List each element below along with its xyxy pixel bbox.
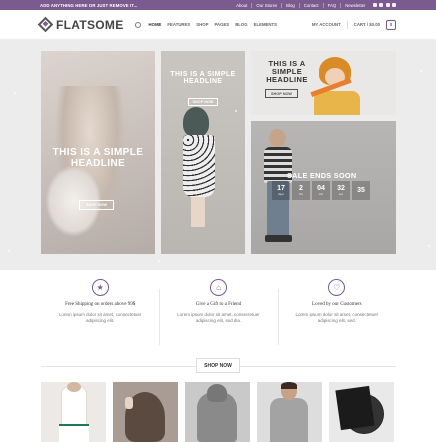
product-image-bag xyxy=(59,424,89,442)
banner-image-2-dress xyxy=(183,135,215,197)
product-image-hand xyxy=(125,397,133,409)
countdown-minutes: 04 min xyxy=(312,181,330,200)
product-card[interactable] xyxy=(257,382,322,442)
banner-image-2-hood xyxy=(183,107,209,137)
countdown-extra: 35 xyxy=(352,181,370,200)
sparkle xyxy=(158,260,160,262)
product-card[interactable] xyxy=(329,382,394,442)
banner-image-4-head xyxy=(269,129,286,147)
sale-headline: SALE ENDS SOON xyxy=(287,171,357,180)
top-bar-links: About Our Stores Blog Contact FAQ Newsle… xyxy=(232,2,396,8)
shop-now-divider: SHOP NOW xyxy=(0,357,436,375)
email-icon[interactable] xyxy=(392,3,396,7)
nav-shop[interactable]: SHOP xyxy=(196,22,208,27)
countdown-hours: 2 hrs xyxy=(292,181,310,200)
instagram-icon[interactable] xyxy=(379,3,383,7)
sparkle xyxy=(428,245,430,247)
gift-icon: ⌂ xyxy=(209,279,227,296)
top-link-contact[interactable]: Contact xyxy=(300,2,324,8)
product-image xyxy=(270,398,308,442)
top-link-stores[interactable]: Our Stores xyxy=(252,2,283,8)
feature-title: Loved by our Customers xyxy=(312,302,362,307)
twitter-icon[interactable] xyxy=(385,3,390,7)
banner-headline-2: THIS IS A SIMPLE HEADLINE xyxy=(170,71,236,86)
product-image-hair xyxy=(281,382,297,389)
facebook-icon[interactable] xyxy=(372,3,377,7)
feature-text: Lorem ipsum dolor sit amet, consectetuer… xyxy=(58,312,142,324)
my-account-link[interactable]: MY ACCOUNT xyxy=(312,22,341,27)
product-card[interactable] xyxy=(185,382,250,442)
banner-shop-button-1[interactable]: SHOP NOW xyxy=(79,200,114,210)
top-bar: ADD ANYTHING HERE OR JUST REMOVE IT... A… xyxy=(0,0,436,10)
logo-text: FLATSOME xyxy=(56,17,124,32)
feature-loved: ♡ Loved by our Customers Lorem ipsum dol… xyxy=(277,271,396,356)
product-card[interactable] xyxy=(41,382,106,442)
feature-text: Lorem ipsum dolor sit amet, consectetuer… xyxy=(295,312,379,324)
logo[interactable]: FLATSOME xyxy=(37,16,124,33)
product-card[interactable] xyxy=(113,382,178,442)
sparkle xyxy=(420,70,422,72)
banner-headline-1: THIS IS A SIMPLE HEADLINE xyxy=(52,147,144,169)
search-icon[interactable] xyxy=(134,21,141,28)
banner-image-3-shirt xyxy=(314,91,360,115)
feature-shipping: ★ Free Shipping on orders above 99$ Lore… xyxy=(41,271,159,356)
star-icon: ★ xyxy=(91,279,109,296)
shop-now-button[interactable]: SHOP NOW xyxy=(196,358,240,373)
sparkle xyxy=(8,250,10,252)
cart-count-badge[interactable]: 0 xyxy=(386,19,396,30)
banner-headline-3: THIS IS A SIMPLE HEADLINE xyxy=(266,59,308,84)
product-image-head xyxy=(67,382,81,392)
product-grid xyxy=(41,382,396,442)
sparkle xyxy=(14,92,16,94)
nav-home[interactable]: HOME xyxy=(149,22,162,27)
product-image-hood xyxy=(207,384,227,402)
nav-elements[interactable]: ELEMENTS xyxy=(254,22,277,27)
cart-link[interactable]: CART / $0.00 xyxy=(354,22,380,27)
top-bar-promo: ADD ANYTHING HERE OR JUST REMOVE IT... xyxy=(40,2,138,8)
feature-title: Free Shipping on orders above 99$ xyxy=(65,302,136,307)
logo-icon xyxy=(37,16,54,33)
header-right: MY ACCOUNT CART / $0.00 0 xyxy=(312,19,396,30)
top-link-faq[interactable]: FAQ xyxy=(324,2,342,8)
sparkle xyxy=(235,110,237,112)
nav-pages[interactable]: PAGES xyxy=(214,22,229,27)
header-divider xyxy=(346,20,348,29)
countdown-seconds: 32 sec xyxy=(332,181,350,200)
banner-image-4-shoes xyxy=(265,235,292,242)
heart-icon: ♡ xyxy=(328,279,346,296)
sale-countdown: 17 days 2 hrs 04 min 32 sec 35 xyxy=(272,181,370,200)
feature-text: Lorem ipsum dolor sit amet, consectetuer… xyxy=(177,312,260,324)
nav-blog[interactable]: BLOG xyxy=(235,22,247,27)
social-icons xyxy=(372,3,396,7)
banner-shop-button-2[interactable]: SHOP NOW xyxy=(188,98,218,106)
main-nav: HOME FEATURES SHOP PAGES BLOG ELEMENTS xyxy=(134,21,277,28)
nav-features[interactable]: FEATURES xyxy=(167,22,190,27)
banner-shop-button-3[interactable]: SHOP NOW xyxy=(265,89,298,98)
product-image-sleeve xyxy=(335,385,375,431)
top-link-newsletter[interactable]: Newsletter xyxy=(341,3,369,8)
top-link-blog[interactable]: Blog xyxy=(282,2,300,8)
features-row: ★ Free Shipping on orders above 99$ Lore… xyxy=(41,271,396,356)
header: FLATSOME HOME FEATURES SHOP PAGES BLOG E… xyxy=(0,10,436,40)
countdown-days: 17 days xyxy=(272,181,290,200)
feature-gift: ⌂ Give a Gift to a Friend Lorem ipsum do… xyxy=(159,271,277,356)
banner-image-2-legs xyxy=(191,197,205,227)
feature-title: Give a Gift to a Friend xyxy=(195,302,242,307)
top-link-about[interactable]: About xyxy=(232,2,253,8)
